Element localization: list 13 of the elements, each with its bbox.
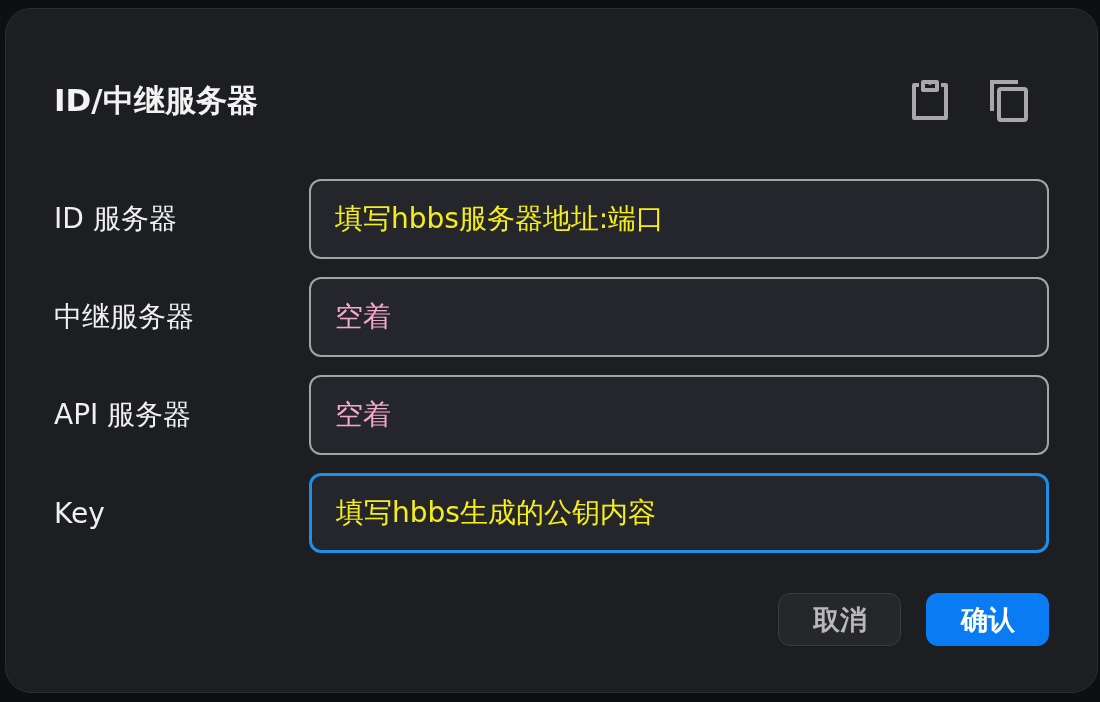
cancel-button[interactable]: 取消 [778,593,901,646]
field-label: API 服务器 [54,397,193,433]
input-field[interactable]: 填写hbbs服务器地址:端口 [308,179,1049,259]
field-label: ID 服务器 [54,201,178,237]
field-label: Key [54,496,106,530]
paste-icon[interactable] [911,79,949,123]
confirm-button[interactable]: 确认 [926,593,1049,646]
input-field[interactable]: 空着 [308,277,1049,357]
copy-icon[interactable] [989,79,1029,123]
field-label: 中继服务器 [54,299,195,335]
dialog-title: ID/中继服务器 [54,81,258,120]
input-field[interactable]: 空着 [308,375,1049,455]
input-field[interactable]: 填写hbbs生成的公钥内容 [308,473,1049,553]
